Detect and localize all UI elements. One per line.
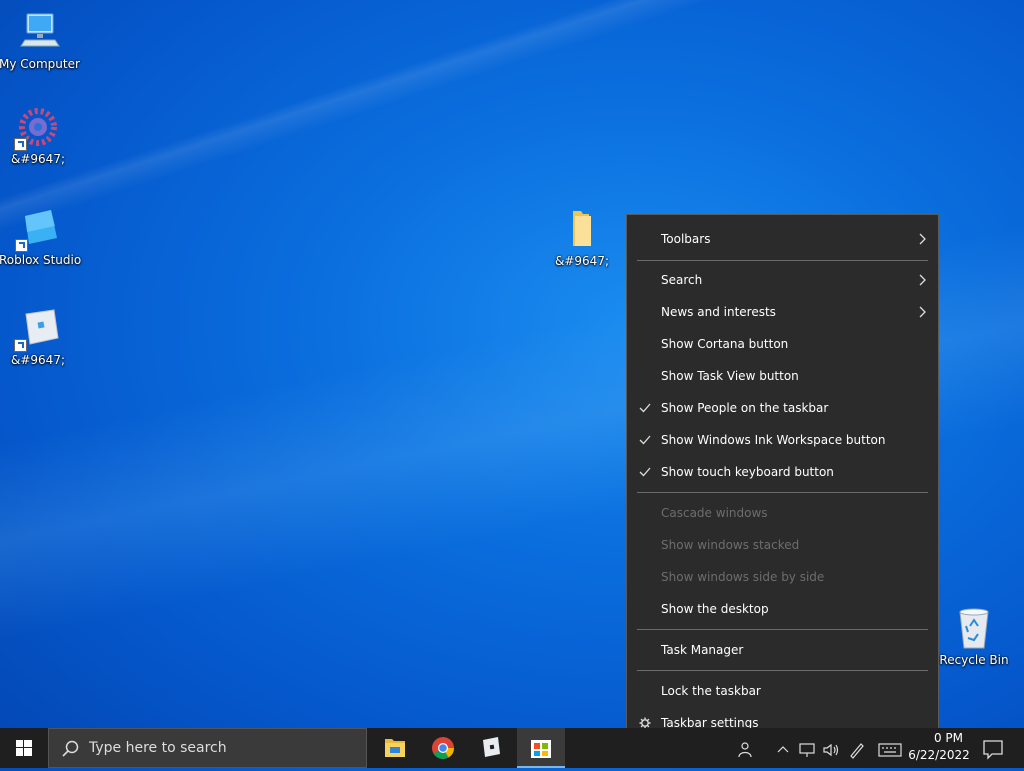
menu-item-label: Show windows side by side xyxy=(661,570,825,584)
taskbar: Type here to search 0 PM 6/22/2022 xyxy=(0,728,1024,768)
menu-item-news-and-interests[interactable]: News and interests xyxy=(627,297,938,327)
start-button[interactable] xyxy=(0,728,48,768)
taskbar-clock[interactable]: 0 PM 6/22/2022 xyxy=(905,730,973,764)
touch-keyboard-icon[interactable] xyxy=(877,740,903,760)
menu-item-label: Show touch keyboard button xyxy=(661,465,834,479)
menu-item-label: Cascade windows xyxy=(661,506,768,520)
desktop-icon-roblox-studio[interactable]: Roblox Studio xyxy=(0,206,82,267)
people-icon[interactable] xyxy=(735,740,755,760)
chevron-up-icon[interactable] xyxy=(775,740,791,760)
network-icon[interactable] xyxy=(797,740,817,760)
taskbar-search-box[interactable]: Type here to search xyxy=(48,728,367,768)
menu-item-search[interactable]: Search xyxy=(627,265,938,295)
recycle-bin-icon xyxy=(952,606,996,650)
desktop-icon-label: &#9647; xyxy=(11,152,65,166)
desktop-icon-label: Recycle Bin xyxy=(939,653,1009,667)
menu-item-label: Toolbars xyxy=(661,232,711,246)
menu-item-label: Show Task View button xyxy=(661,369,799,383)
windows-logo-icon xyxy=(16,740,32,756)
shortcut-arrow-icon xyxy=(14,339,27,352)
checkmark-icon xyxy=(639,403,651,413)
menu-item-label: Show Cortana button xyxy=(661,337,789,351)
chevron-right-icon xyxy=(919,233,926,245)
roblox-icon xyxy=(483,737,500,757)
shortcut-arrow-icon xyxy=(14,138,27,151)
menu-item-show-task-view-button[interactable]: Show Task View button xyxy=(627,361,938,391)
desktop-icon-label: &#9647; xyxy=(11,353,65,367)
clock-time: 0 PM xyxy=(933,731,963,745)
desktop-icon-my-computer[interactable]: My Computer xyxy=(0,10,80,71)
notifications-icon[interactable] xyxy=(980,736,1006,762)
menu-item-task-manager[interactable]: Task Manager xyxy=(627,635,938,665)
menu-item-toolbars[interactable]: Toolbars xyxy=(627,224,938,254)
menu-item-label: Show windows stacked xyxy=(661,538,800,552)
desktop-icon-roblox[interactable]: &#9647; xyxy=(0,306,78,367)
roblox-studio-icon xyxy=(15,206,61,252)
taskbar-app-microsoft-store[interactable] xyxy=(517,728,565,768)
chrome-icon xyxy=(432,737,454,759)
desktop-icon-label: Roblox Studio xyxy=(0,253,82,267)
desktop-icon-label: &#9647; xyxy=(555,254,609,268)
menu-item-label: Show People on the taskbar xyxy=(661,401,829,415)
chevron-right-icon xyxy=(919,274,926,286)
gear-app-icon xyxy=(14,105,60,151)
menu-item-show-touch-keyboard[interactable]: Show touch keyboard button xyxy=(627,457,938,487)
menu-item-lock-the-taskbar[interactable]: Lock the taskbar xyxy=(627,676,938,706)
taskbar-app-roblox[interactable] xyxy=(467,728,515,768)
checkmark-icon xyxy=(639,467,651,477)
menu-separator xyxy=(637,260,928,261)
checkmark-icon xyxy=(639,435,651,445)
desktop-icon-recycle-bin[interactable]: Recycle Bin xyxy=(934,606,1014,667)
computer-icon xyxy=(17,10,61,54)
desktop-icon-folder[interactable]: &#9647; xyxy=(542,207,622,268)
menu-item-show-ink-workspace[interactable]: Show Windows Ink Workspace button xyxy=(627,425,938,455)
menu-item-label: Show Windows Ink Workspace button xyxy=(661,433,886,447)
shortcut-arrow-icon xyxy=(15,239,28,252)
menu-item-show-windows-side-by-side: Show windows side by side xyxy=(627,562,938,592)
menu-item-show-cortana-button[interactable]: Show Cortana button xyxy=(627,329,938,359)
clock-date: 6/22/2022 xyxy=(908,748,970,762)
file-explorer-icon xyxy=(385,739,405,757)
menu-item-show-the-desktop[interactable]: Show the desktop xyxy=(627,594,938,624)
menu-separator xyxy=(637,492,928,493)
menu-separator xyxy=(637,629,928,630)
taskbar-context-menu: Toolbars Search News and interests Show … xyxy=(626,214,939,747)
folder-icon xyxy=(560,207,604,251)
volume-icon[interactable] xyxy=(821,740,841,760)
menu-item-label: Lock the taskbar xyxy=(661,684,761,698)
menu-separator xyxy=(637,670,928,671)
ink-workspace-icon[interactable] xyxy=(847,740,867,760)
microsoft-store-icon xyxy=(531,740,551,758)
roblox-icon xyxy=(14,306,60,352)
chevron-right-icon xyxy=(919,306,926,318)
desktop-icon-shortcut-1[interactable]: &#9647; xyxy=(0,105,78,166)
taskbar-app-chrome[interactable] xyxy=(419,728,467,768)
menu-item-label: Show the desktop xyxy=(661,602,769,616)
taskbar-app-file-explorer[interactable] xyxy=(371,728,419,768)
desktop-icon-label: My Computer xyxy=(0,57,80,71)
menu-item-label: Search xyxy=(661,273,703,287)
menu-item-label: Task Manager xyxy=(661,643,744,657)
menu-item-show-people[interactable]: Show People on the taskbar xyxy=(627,393,938,423)
menu-item-show-windows-stacked: Show windows stacked xyxy=(627,530,938,560)
menu-item-label: News and interests xyxy=(661,305,776,319)
search-placeholder: Type here to search xyxy=(89,740,227,756)
search-icon xyxy=(62,740,79,757)
menu-item-cascade-windows: Cascade windows xyxy=(627,498,938,528)
